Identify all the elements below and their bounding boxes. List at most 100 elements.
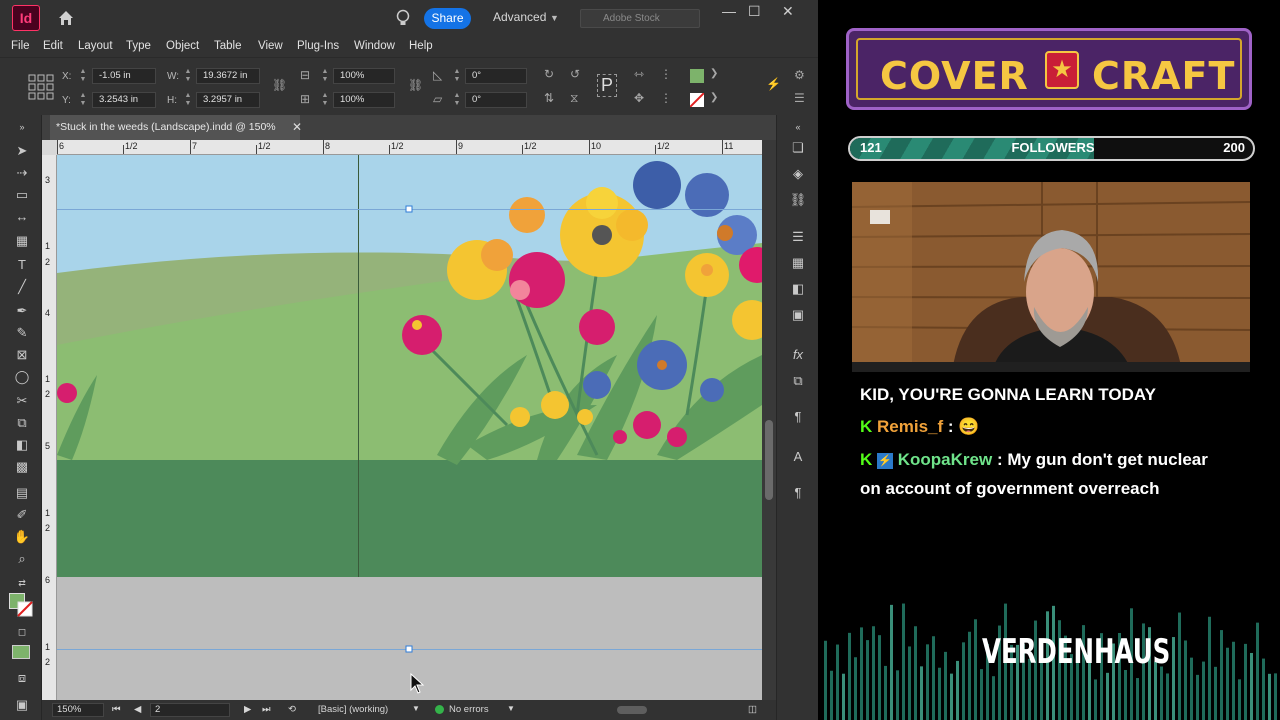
- stroke-panel-icon[interactable]: ☰: [789, 229, 807, 245]
- rotate-cw-icon[interactable]: ↻: [544, 67, 554, 81]
- swatches-panel-icon[interactable]: ▦: [789, 255, 807, 271]
- landscape-artwork[interactable]: [57, 155, 762, 700]
- flip-horizontal-icon[interactable]: ⇿: [634, 67, 644, 81]
- gear-icon[interactable]: ⚙: [794, 68, 805, 82]
- stroke-color-icon[interactable]: [17, 601, 33, 617]
- preflight-status[interactable]: No errors: [449, 704, 489, 715]
- select-container-icon[interactable]: P: [597, 74, 618, 97]
- rotate-stepper[interactable]: ▲ ▼: [452, 68, 462, 84]
- ruler-origin[interactable]: [42, 140, 57, 155]
- pages-panel-icon[interactable]: ❏: [789, 140, 807, 156]
- reference-point-icon[interactable]: [28, 74, 54, 100]
- chevron-down-icon[interactable]: ▼: [507, 704, 515, 713]
- eyedropper-tool-icon[interactable]: ✐: [13, 507, 31, 523]
- align-icon[interactable]: ⋮: [660, 91, 672, 105]
- collapse-icon[interactable]: »: [13, 119, 31, 135]
- scale-x-field[interactable]: 100%: [333, 68, 395, 84]
- pencil-tool-icon[interactable]: ✎: [13, 325, 31, 341]
- effects-panel-icon[interactable]: ▣: [789, 307, 807, 323]
- vertical-ruler[interactable]: 3 1 2 4 1 2 5 1 2 6 1 2: [42, 155, 57, 700]
- text-wrap-panel-icon[interactable]: ⧉: [789, 373, 807, 389]
- scale-y-stepper[interactable]: ▲ ▼: [320, 92, 330, 108]
- w-field[interactable]: 19.3672 in: [196, 68, 260, 84]
- screen-mode-icon[interactable]: ⧈: [13, 670, 31, 686]
- adobe-stock-search-input[interactable]: Adobe Stock: [580, 9, 700, 28]
- menu-layout[interactable]: Layout: [78, 40, 113, 52]
- vertical-scrollbar[interactable]: [762, 140, 776, 700]
- gradient-panel-icon[interactable]: ◧: [789, 281, 807, 297]
- pen-tool-icon[interactable]: ✒: [13, 303, 31, 319]
- page-field[interactable]: 2: [150, 703, 230, 717]
- maximize-icon[interactable]: ☐: [748, 3, 761, 20]
- menu-type[interactable]: Type: [126, 40, 151, 52]
- minimize-icon[interactable]: —: [722, 3, 736, 19]
- preview-mode-icon[interactable]: ▣: [13, 697, 31, 713]
- gradient-swatch-tool-icon[interactable]: ◧: [13, 437, 31, 453]
- share-button[interactable]: Share: [424, 8, 471, 29]
- prev-page-icon[interactable]: ◀: [134, 704, 141, 715]
- document-canvas[interactable]: [57, 155, 762, 700]
- workspace-switcher[interactable]: Advanced: [493, 10, 546, 24]
- menu-edit[interactable]: Edit: [43, 40, 63, 52]
- constrain-proportions-icon[interactable]: ⛓: [272, 78, 287, 92]
- formatting-container-icon[interactable]: ◻: [13, 625, 31, 641]
- last-page-icon[interactable]: ⏭: [262, 704, 271, 715]
- rectangle-frame-tool-icon[interactable]: ⊠: [13, 347, 31, 363]
- fill-chevron-icon[interactable]: ❯: [710, 68, 718, 79]
- horizontal-scrollbar-thumb[interactable]: [617, 706, 647, 714]
- next-page-icon[interactable]: ▶: [244, 704, 251, 715]
- layers-panel-icon[interactable]: ◈: [789, 166, 807, 182]
- selection-tool-icon[interactable]: ➤: [13, 143, 31, 159]
- lightbulb-icon[interactable]: [395, 9, 411, 27]
- close-icon[interactable]: ✕: [292, 115, 302, 140]
- h-stepper[interactable]: ▲ ▼: [183, 92, 193, 108]
- menu-view[interactable]: View: [258, 40, 283, 52]
- fill-swatch[interactable]: [690, 69, 704, 83]
- free-transform-tool-icon[interactable]: ⧉: [13, 415, 31, 431]
- horizontal-ruler[interactable]: 6 1/2 7 1/2 8 1/2 9 1/2 10 1/2 11: [57, 140, 762, 155]
- flip-icon[interactable]: ⧖: [570, 91, 578, 106]
- close-icon[interactable]: ✕: [782, 3, 794, 20]
- hand-tool-icon[interactable]: ✋: [13, 529, 31, 545]
- character-styles-icon[interactable]: A: [789, 449, 807, 465]
- menu-table[interactable]: Table: [214, 40, 242, 52]
- panel-menu-icon[interactable]: ☰: [794, 91, 805, 105]
- chevron-down-icon[interactable]: ▼: [412, 704, 420, 713]
- shear-stepper[interactable]: ▲ ▼: [452, 92, 462, 108]
- y-stepper[interactable]: ▲ ▼: [78, 92, 88, 108]
- stroke-none-swatch[interactable]: [690, 93, 704, 107]
- rotate-field[interactable]: 0°: [465, 68, 527, 84]
- paragraph-styles-icon[interactable]: ¶: [789, 409, 807, 425]
- zoom-field[interactable]: 150%: [52, 703, 104, 717]
- x-field[interactable]: -1.05 in: [92, 68, 156, 84]
- distribute-icon[interactable]: ⋮: [660, 67, 672, 81]
- line-tool-icon[interactable]: ╱: [13, 279, 31, 295]
- menu-plugins[interactable]: Plug-Ins: [297, 40, 339, 52]
- links-panel-icon[interactable]: ⛓: [789, 192, 807, 208]
- open-page-icon[interactable]: ⟲: [288, 704, 296, 715]
- page-tool-icon[interactable]: ▭: [13, 187, 31, 203]
- scale-y-field[interactable]: 100%: [333, 92, 395, 108]
- paragraph-panel-icon[interactable]: ¶: [789, 485, 807, 501]
- scale-x-stepper[interactable]: ▲ ▼: [320, 68, 330, 84]
- split-view-icon[interactable]: ◫: [748, 704, 757, 715]
- note-tool-icon[interactable]: ▤: [13, 485, 31, 501]
- w-stepper[interactable]: ▲ ▼: [183, 68, 193, 84]
- document-tab[interactable]: *Stuck in the weeds (Landscape).indd @ 1…: [50, 115, 300, 140]
- rotate-ccw-icon[interactable]: ↺: [570, 67, 580, 81]
- menu-window[interactable]: Window: [354, 40, 395, 52]
- gradient-feather-tool-icon[interactable]: ▩: [13, 459, 31, 475]
- flip-vertical-icon[interactable]: ⇅: [544, 91, 554, 105]
- chevron-down-icon[interactable]: ▼: [550, 13, 559, 23]
- collapse-icon[interactable]: «: [789, 119, 807, 135]
- scrollbar-thumb[interactable]: [765, 420, 773, 500]
- y-field[interactable]: 3.2543 in: [92, 92, 156, 108]
- select-content-icon[interactable]: ✥: [634, 91, 644, 105]
- h-field[interactable]: 3.2957 in: [196, 92, 260, 108]
- shear-field[interactable]: 0°: [465, 92, 527, 108]
- menu-object[interactable]: Object: [166, 40, 199, 52]
- fx-panel-icon[interactable]: fx: [789, 347, 807, 363]
- apply-color-icon[interactable]: [12, 645, 30, 659]
- menu-help[interactable]: Help: [409, 40, 433, 52]
- preflight-profile[interactable]: [Basic] (working): [318, 704, 388, 715]
